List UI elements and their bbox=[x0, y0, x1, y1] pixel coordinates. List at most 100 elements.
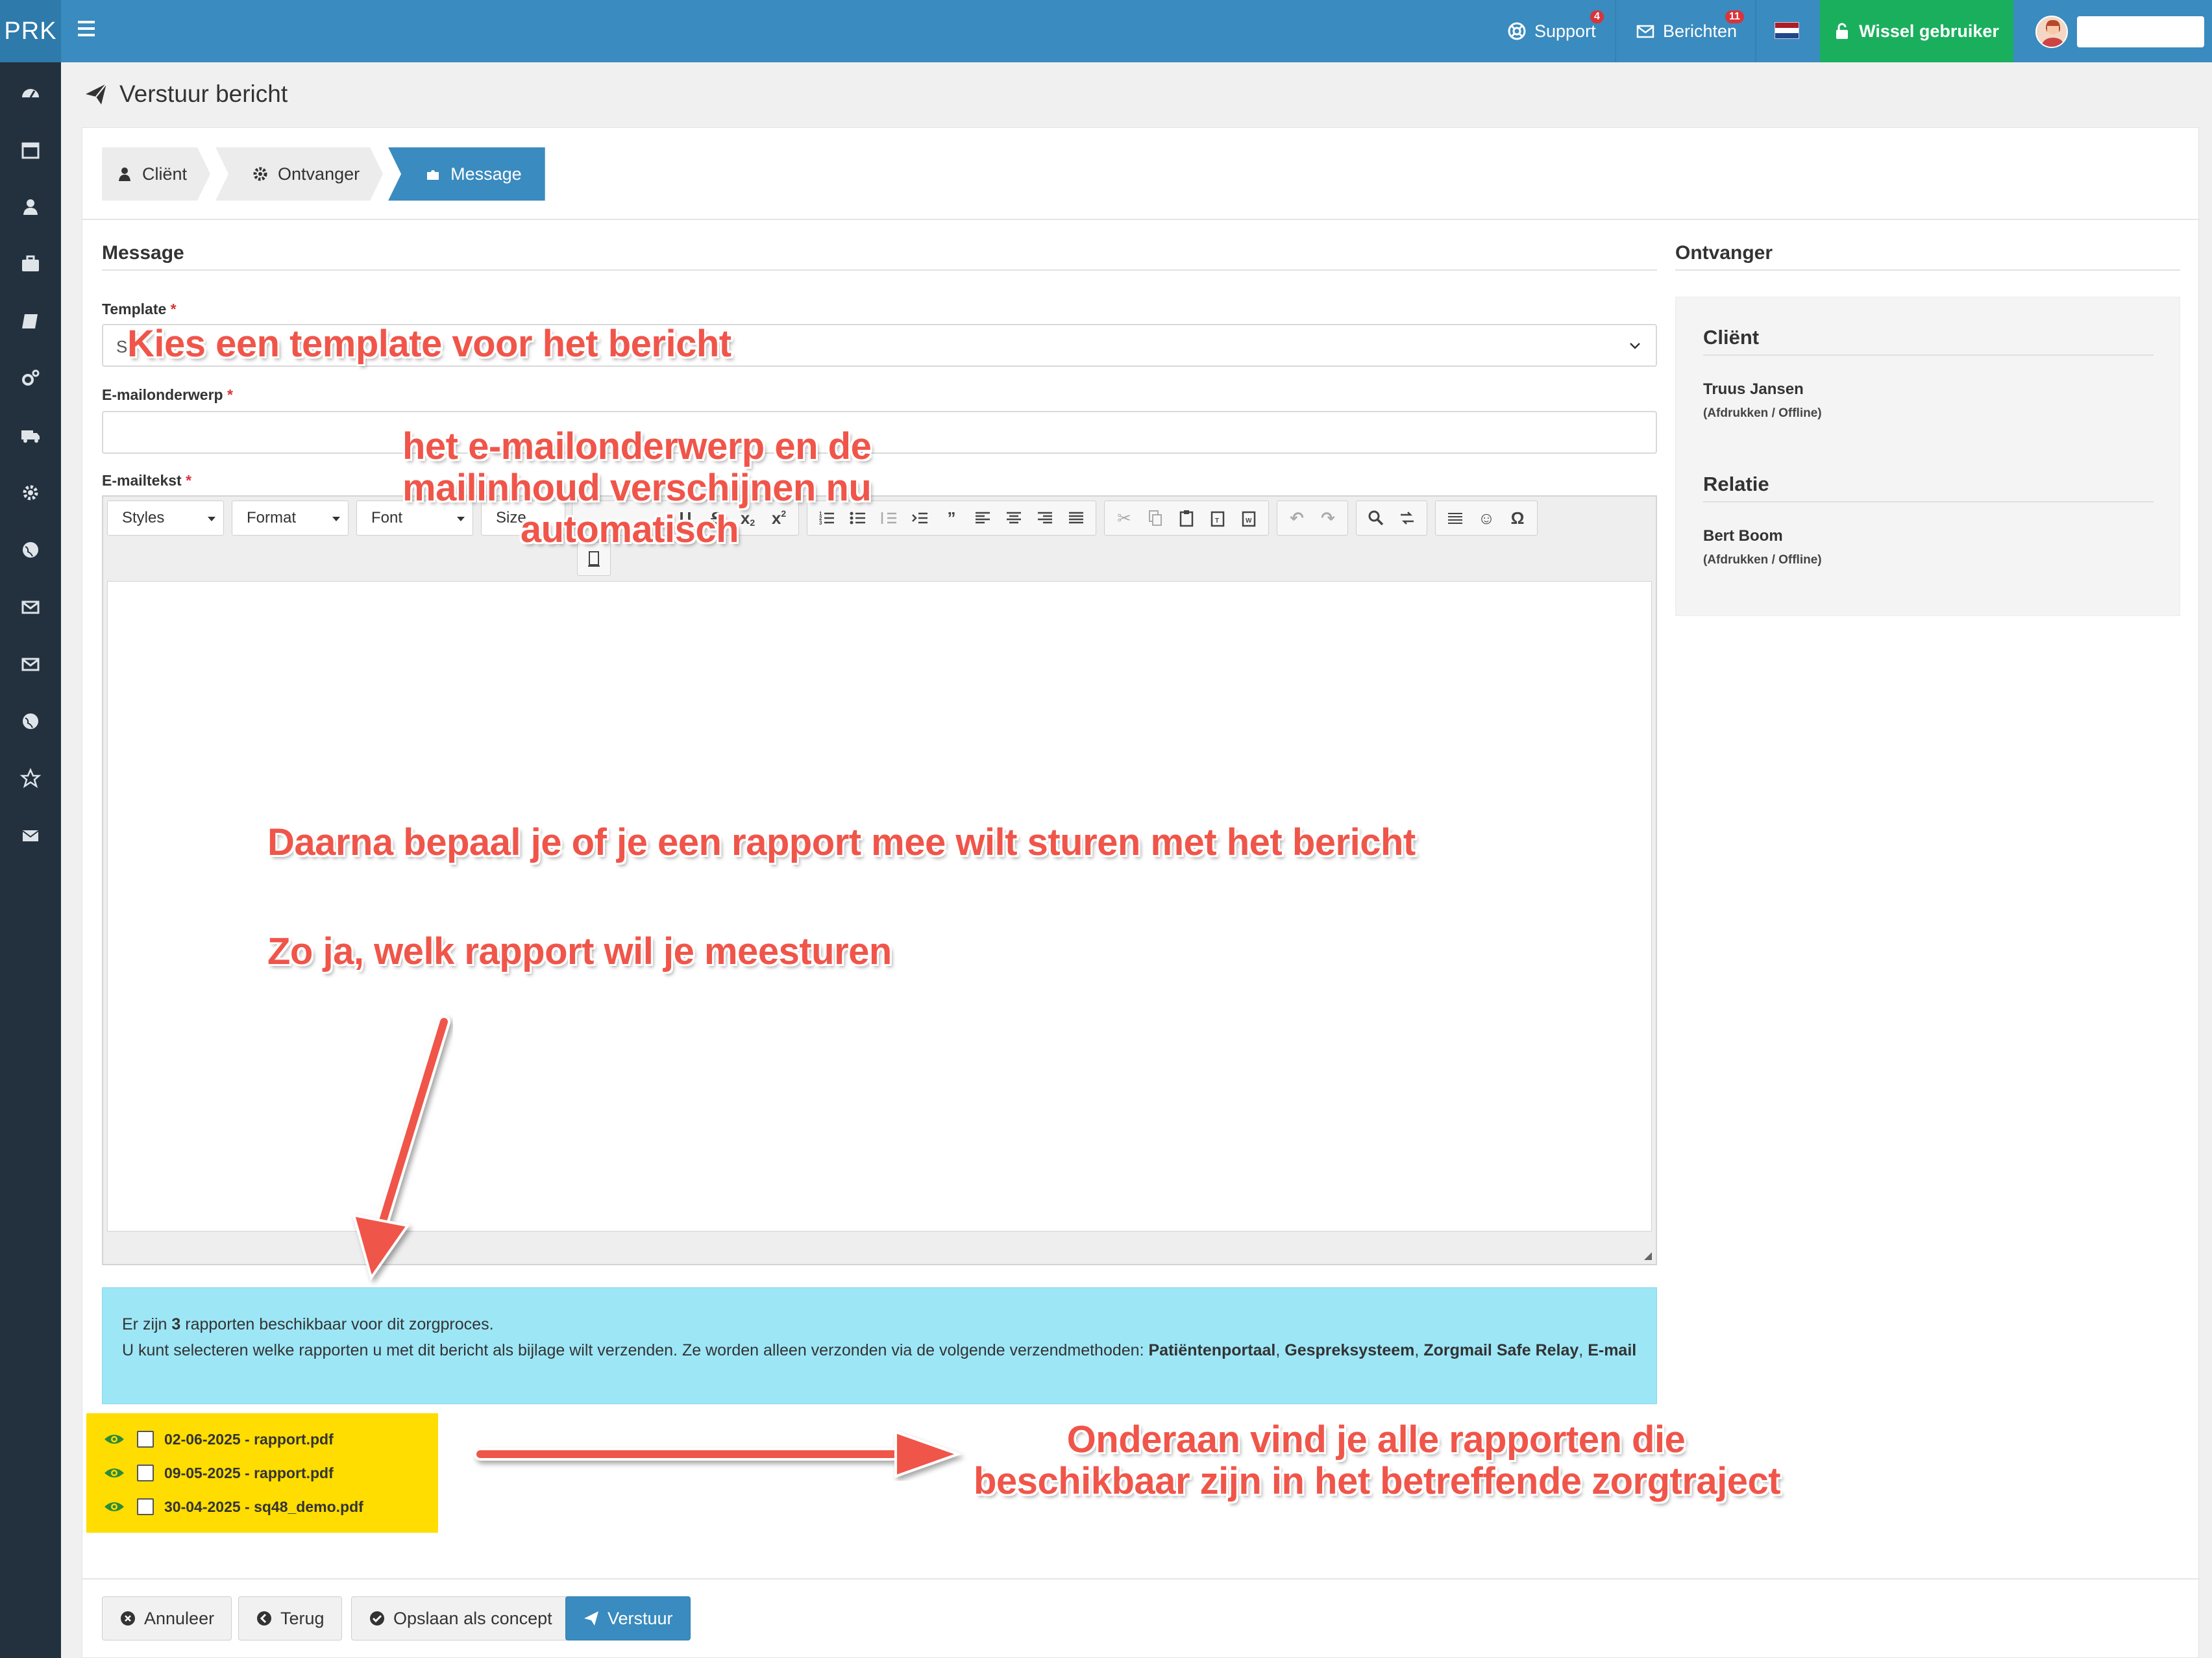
clipboard-group: ✂ T W bbox=[1104, 501, 1269, 536]
report-checkbox[interactable] bbox=[137, 1465, 154, 1481]
insert-group: ☺ Ω bbox=[1435, 501, 1538, 536]
search-icon[interactable] bbox=[1360, 502, 1392, 534]
brand-logo[interactable]: PRK bbox=[0, 0, 61, 62]
cogs-icon[interactable] bbox=[19, 367, 42, 390]
report-checkbox[interactable] bbox=[137, 1431, 154, 1448]
redo-icon[interactable]: ↷ bbox=[1312, 502, 1344, 534]
align-right-icon[interactable] bbox=[1029, 502, 1061, 534]
rich-text-editor: Styles Format Font Size U S x2 x2 123 ” bbox=[102, 495, 1657, 1265]
align-left-icon[interactable] bbox=[967, 502, 998, 534]
template-label: Template * bbox=[102, 301, 177, 317]
search-group bbox=[1356, 501, 1427, 536]
chevron-down-icon bbox=[1630, 343, 1640, 349]
page-title: Verstuur bericht bbox=[83, 80, 288, 108]
report-checkbox[interactable] bbox=[137, 1498, 154, 1515]
briefcase-icon[interactable] bbox=[19, 253, 42, 275]
send-button[interactable]: Verstuur bbox=[565, 1596, 691, 1640]
styles-dropdown[interactable]: Styles bbox=[107, 501, 224, 536]
envelope-open-icon[interactable] bbox=[19, 596, 42, 618]
truck-icon[interactable] bbox=[19, 425, 42, 447]
language-flag-icon[interactable] bbox=[1775, 22, 1799, 39]
wizard-steps: Cliënt Ontvanger Message bbox=[102, 147, 550, 201]
switch-user-button[interactable]: Wissel gebruiker bbox=[1820, 0, 2013, 62]
top-bar: PRK Support 4 Berichten 11 Wissel gebrui… bbox=[0, 0, 2212, 62]
list-item: 02-06-2025 - rapport.pdf bbox=[103, 1428, 334, 1451]
user-icon[interactable] bbox=[19, 196, 42, 218]
book-icon[interactable] bbox=[19, 310, 42, 332]
horizontal-rule-icon[interactable] bbox=[1440, 502, 1471, 534]
annotation-report-which: Zo ja, welk rapport wil je meesturen bbox=[267, 930, 892, 972]
calendar-icon[interactable] bbox=[19, 139, 42, 161]
eye-icon[interactable] bbox=[103, 1431, 125, 1447]
annotation-auto-content: het e-mailonderwerp en de mailinhoud ver… bbox=[402, 425, 872, 551]
subject-label: E-mailonderwerp * bbox=[102, 386, 233, 403]
align-center-icon[interactable] bbox=[998, 502, 1029, 534]
back-button[interactable]: Terug bbox=[238, 1596, 342, 1640]
envelope-filled-icon[interactable] bbox=[19, 824, 42, 847]
envelope-icon[interactable] bbox=[19, 653, 42, 675]
gear-icon[interactable] bbox=[19, 482, 42, 504]
close-circle-icon bbox=[121, 1611, 135, 1626]
envelope-icon bbox=[1636, 25, 1654, 38]
editor-body[interactable] bbox=[107, 581, 1652, 1231]
recipient-card: Cliënt Truus Jansen (Afdrukken / Offline… bbox=[1675, 297, 2180, 616]
menu-toggle-icon[interactable] bbox=[78, 21, 97, 40]
blockquote-icon[interactable]: ” bbox=[936, 502, 967, 534]
editor-resize-handle[interactable] bbox=[1644, 1252, 1652, 1260]
messages-link[interactable]: Berichten bbox=[1636, 0, 1737, 62]
user-name-field[interactable] bbox=[2077, 16, 2204, 47]
arrow-left-circle-icon bbox=[257, 1611, 271, 1626]
reports-list: 02-06-2025 - rapport.pdf 09-05-2025 - ra… bbox=[86, 1413, 438, 1533]
format-dropdown[interactable]: Format bbox=[232, 501, 349, 536]
align-justify-icon[interactable] bbox=[1061, 502, 1092, 534]
svg-text:T: T bbox=[1215, 517, 1219, 525]
paste-word-icon[interactable]: W bbox=[1233, 502, 1264, 534]
paste-icon[interactable] bbox=[1171, 502, 1202, 534]
relation-heading: Relatie bbox=[1703, 473, 1769, 495]
dashboard-icon[interactable] bbox=[19, 82, 42, 104]
client-name: Truus Jansen bbox=[1703, 380, 1804, 398]
relation-name: Bert Boom bbox=[1703, 527, 1783, 545]
annotation-template: Kies een template voor het bericht bbox=[127, 323, 731, 365]
save-draft-button[interactable]: Opslaan als concept bbox=[351, 1596, 570, 1640]
support-badge: 4 bbox=[1590, 10, 1604, 23]
paper-plane-icon bbox=[584, 1611, 598, 1626]
paper-plane-icon bbox=[86, 83, 107, 105]
cancel-button[interactable]: Annuleer bbox=[102, 1596, 232, 1640]
indent-icon[interactable] bbox=[905, 502, 936, 534]
avatar[interactable] bbox=[2035, 16, 2068, 48]
wizard-step-message[interactable]: Message bbox=[388, 147, 545, 201]
gear-icon bbox=[252, 166, 269, 182]
client-heading: Cliënt bbox=[1703, 326, 1760, 349]
support-link[interactable]: Support bbox=[1507, 0, 1596, 62]
special-char-icon[interactable]: Ω bbox=[1502, 502, 1533, 534]
history-group: ↶ ↷ bbox=[1277, 501, 1348, 536]
undo-icon[interactable]: ↶ bbox=[1281, 502, 1312, 534]
list-item: 30-04-2025 - sq48_demo.pdf bbox=[103, 1495, 363, 1518]
globe-icon[interactable] bbox=[19, 539, 42, 561]
puzzle-icon bbox=[427, 170, 439, 180]
subject-input[interactable] bbox=[102, 411, 1657, 454]
list-item: 09-05-2025 - rapport.pdf bbox=[103, 1461, 334, 1485]
relation-status: (Afdrukken / Offline) bbox=[1703, 553, 1822, 567]
eye-icon[interactable] bbox=[103, 1465, 125, 1481]
annotation-report-question: Daarna bepaal je of je een rapport mee w… bbox=[267, 821, 1416, 863]
copy-icon[interactable] bbox=[1140, 502, 1171, 534]
user-icon bbox=[116, 166, 133, 182]
eye-icon[interactable] bbox=[103, 1499, 125, 1515]
wizard-step-client[interactable]: Cliënt bbox=[102, 147, 210, 201]
smiley-icon[interactable]: ☺ bbox=[1471, 502, 1502, 534]
wizard-step-recipient[interactable]: Ontvanger bbox=[215, 147, 383, 201]
globe-icon[interactable] bbox=[19, 710, 42, 732]
paste-text-icon[interactable]: T bbox=[1202, 502, 1233, 534]
client-status: (Afdrukken / Offline) bbox=[1703, 406, 1822, 420]
outdent-icon[interactable] bbox=[874, 502, 905, 534]
body-label: E-mailtekst * bbox=[102, 472, 192, 489]
replace-icon[interactable] bbox=[1392, 502, 1423, 534]
template-select-value: S bbox=[116, 337, 128, 356]
check-circle-icon bbox=[370, 1611, 384, 1626]
reports-info-box: Er zijn 3 rapporten beschikbaar voor dit… bbox=[102, 1287, 1657, 1404]
annotation-bottom: Onderaan vind je alle rapporten die besc… bbox=[974, 1418, 1781, 1502]
cut-icon[interactable]: ✂ bbox=[1109, 502, 1140, 534]
star-icon[interactable] bbox=[19, 767, 42, 789]
